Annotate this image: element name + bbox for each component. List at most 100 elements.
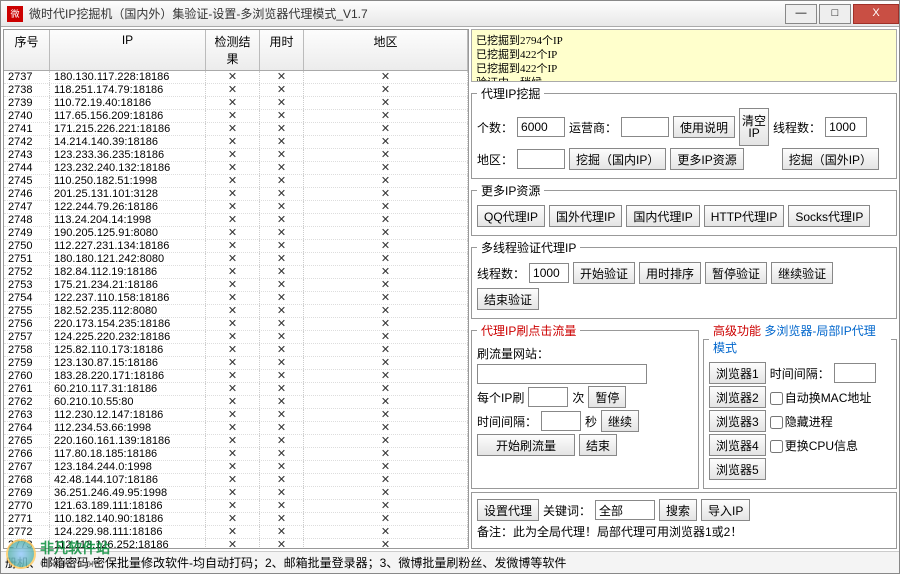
browser1-button[interactable]: 浏览器1 [709,362,766,384]
http-proxy-button[interactable]: HTTP代理IP [704,205,785,227]
table-row[interactable]: 2748113.24.204.14:1998✕✕✕ [4,214,468,227]
table-row[interactable]: 2759123.130.87.15:18186✕✕✕ [4,357,468,370]
traffic-start-button[interactable]: 开始刷流量 [477,434,575,456]
verify-start-button[interactable]: 开始验证 [573,262,635,284]
table-row[interactable]: 2745110.250.182.51:1998✕✕✕ [4,175,468,188]
more-src-button[interactable]: 更多IP资源 [670,148,743,170]
traffic-pause-button[interactable]: 暂停 [588,386,626,408]
advanced-group: 高级功能 多浏览器-局部IP代理模式 浏览器1 时间间隔： 浏览器2 自动换MA… [703,322,897,489]
cb-hide[interactable]: 隐藏进程 [770,413,833,430]
table-row[interactable]: 276260.210.10.55:80✕✕✕ [4,396,468,409]
table-row[interactable]: 2741171.215.226.221:18186✕✕✕ [4,123,468,136]
table-row[interactable]: 2764112.234.53.66:1998✕✕✕ [4,422,468,435]
verify-end-button[interactable]: 结束验证 [477,288,539,310]
table-row[interactable]: 2739110.72.19.40:18186✕✕✕ [4,97,468,110]
table-row[interactable]: 2770121.63.189.111:18186✕✕✕ [4,500,468,513]
traffic-group: 代理IP刷点击流量 刷流量网站： 每个IP刷 次 暂停 时间间隔： 秒 [471,322,699,489]
interval-input[interactable] [541,411,581,431]
adv-legend: 高级功能 多浏览器-局部IP代理模式 [709,322,891,356]
table-row[interactable]: 2737180.130.117.228:18186✕✕✕ [4,71,468,84]
browser5-button[interactable]: 浏览器5 [709,458,766,480]
table-row[interactable]: 2760183.28.220.171:18186✕✕✕ [4,370,468,383]
col-res[interactable]: 检测结果 [206,30,260,70]
table-row[interactable]: 2753175.21.234.21:18186✕✕✕ [4,279,468,292]
use-desc-button[interactable]: 使用说明 [673,116,735,138]
site-input[interactable] [477,364,647,384]
col-ip[interactable]: IP [50,30,206,70]
sec-suffix: 秒 [585,413,597,430]
mining-legend: 代理IP挖掘 [477,85,544,102]
table-row[interactable]: 2757124.225.220.232:18186✕✕✕ [4,331,468,344]
table-row[interactable]: 2738118.251.174.79:18186✕✕✕ [4,84,468,97]
table-row[interactable]: 2754122.237.110.158:18186✕✕✕ [4,292,468,305]
verify-resume-button[interactable]: 继续验证 [771,262,833,284]
verify-pause-button[interactable]: 暂停验证 [705,262,767,284]
table-row[interactable]: 2766117.80.18.185:18186✕✕✕ [4,448,468,461]
verify-sort-button[interactable]: 用时排序 [639,262,701,284]
table-row[interactable]: 2767123.184.244.0:1998✕✕✕ [4,461,468,474]
v-threads-label: 线程数： [477,265,525,282]
minimize-button[interactable]: — [785,4,817,24]
site-label: 刷流量网站： [477,345,549,362]
table-row[interactable]: 2750112.227.231.134:18186✕✕✕ [4,240,468,253]
traffic-legend: 代理IP刷点击流量 [477,322,580,339]
kw-label: 关键词： [543,502,591,519]
table-row[interactable]: 2749190.205.125.91:8080✕✕✕ [4,227,468,240]
cb-mac[interactable]: 自动换MAC地址 [770,389,872,406]
table-row[interactable]: 276842.48.144.107:18186✕✕✕ [4,474,468,487]
cn-proxy-button[interactable]: 国内代理IP [626,205,699,227]
col-no[interactable]: 序号 [4,30,50,70]
table-header: 序号 IP 检测结果 用时 地区 [4,30,468,71]
verify-group: 多线程验证代理IP 线程数： 开始验证 用时排序 暂停验证 继续验证 结束验证 [471,239,897,319]
col-area[interactable]: 地区 [304,30,468,70]
mine-fw-button[interactable]: 挖掘（国外IP） [782,148,879,170]
table-row[interactable]: 2758125.82.110.173:18186✕✕✕ [4,344,468,357]
table-row[interactable]: 2755182.52.235.112:8080✕✕✕ [4,305,468,318]
table-row[interactable]: 276936.251.246.49.95:1998✕✕✕ [4,487,468,500]
table-row[interactable]: 2747122.244.79.26:18186✕✕✕ [4,201,468,214]
traffic-end-button[interactable]: 结束 [579,434,617,456]
fw-proxy-button[interactable]: 国外代理IP [549,205,622,227]
footer-text: 册机、邮箱密码-密保批量修改软件-均自动打码；2、邮箱批量登录器；3、微博批量刷… [1,551,899,573]
titlebar: 微 微时代IP挖掘机（国内外）集验证-设置-多浏览器代理模式_V1.7 — □ … [1,1,899,27]
table-row[interactable]: 2751180.180.121.242:8080✕✕✕ [4,253,468,266]
table-row[interactable]: 2743123.233.36.235:18186✕✕✕ [4,149,468,162]
cb-cpu[interactable]: 更换CPU信息 [770,437,858,454]
perip-label: 每个IP刷 [477,389,524,406]
mine-cn-button[interactable]: 挖掘（国内IP） [569,148,666,170]
v-threads-input[interactable] [529,263,569,283]
col-time[interactable]: 用时 [260,30,304,70]
qq-proxy-button[interactable]: QQ代理IP [477,205,545,227]
table-row[interactable]: 2765220.160.161.139:18186✕✕✕ [4,435,468,448]
table-row[interactable]: 2744123.232.240.132:18186✕✕✕ [4,162,468,175]
times-suffix: 次 [572,389,584,406]
close-button[interactable]: X [853,4,899,24]
adv-interval-input[interactable] [834,363,876,383]
table-row[interactable]: 2752182.84.112.19:18186✕✕✕ [4,266,468,279]
threads-input[interactable] [825,117,867,137]
browser2-button[interactable]: 浏览器2 [709,386,766,408]
table-row[interactable]: 2746201.25.131.101:3128✕✕✕ [4,188,468,201]
kw-input[interactable] [595,500,655,520]
carrier-input[interactable] [621,117,669,137]
socks-proxy-button[interactable]: Socks代理IP [788,205,870,227]
clear-ip-button[interactable]: 清空IP [739,108,769,146]
table-row[interactable]: 2740117.65.156.209:18186✕✕✕ [4,110,468,123]
count-input[interactable] [517,117,565,137]
perip-input[interactable] [528,387,568,407]
browser3-button[interactable]: 浏览器3 [709,410,766,432]
table-body[interactable]: 2737180.130.117.228:18186✕✕✕2738118.251.… [4,71,468,548]
table-row[interactable]: 2771110.182.140.90:18186✕✕✕ [4,513,468,526]
set-proxy-button[interactable]: 设置代理 [477,499,539,521]
import-button[interactable]: 导入IP [701,499,750,521]
area-input[interactable] [517,149,565,169]
search-button[interactable]: 搜索 [659,499,697,521]
table-row[interactable]: 274214.214.140.39:18186✕✕✕ [4,136,468,149]
browser4-button[interactable]: 浏览器4 [709,434,766,456]
table-row[interactable]: 2763112.230.12.147:18186✕✕✕ [4,409,468,422]
table-row[interactable]: 2756220.173.154.235:18186✕✕✕ [4,318,468,331]
traffic-resume-button[interactable]: 继续 [601,410,639,432]
table-row[interactable]: 276160.210.117.31:18186✕✕✕ [4,383,468,396]
maximize-button[interactable]: □ [819,4,851,24]
interval-label: 时间间隔： [477,413,537,430]
